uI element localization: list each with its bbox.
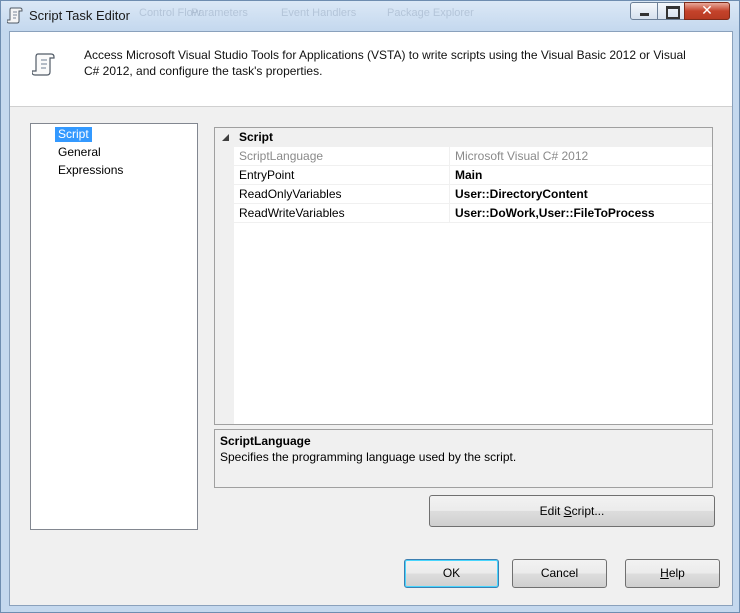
property-name: ReadOnlyVariables bbox=[239, 187, 342, 201]
background-tab-event-handlers: Event Handlers bbox=[281, 7, 357, 19]
property-name: ReadWriteVariables bbox=[239, 206, 345, 220]
property-row-readwritevariables[interactable]: ReadWriteVariables User::DoWork,User::Fi… bbox=[234, 204, 712, 223]
edit-script-label-pre: Edit bbox=[539, 504, 564, 518]
close-button[interactable]: ✕ bbox=[684, 2, 730, 20]
dialog-window: Script Task Editor Control Flow Paramete… bbox=[0, 0, 740, 613]
script-scroll-icon bbox=[7, 7, 23, 24]
property-row-scriptlanguage[interactable]: ScriptLanguage Microsoft Visual C# 2012 bbox=[234, 147, 712, 166]
edit-script-button[interactable]: Edit Script... bbox=[429, 495, 715, 527]
property-value: Microsoft Visual C# 2012 bbox=[455, 149, 589, 163]
help-button[interactable]: Help bbox=[625, 559, 720, 588]
collapse-triangle-icon[interactable] bbox=[221, 133, 230, 142]
ok-button[interactable]: OK bbox=[404, 559, 499, 588]
dialog-client-area: Access Microsoft Visual Studio Tools for… bbox=[9, 31, 733, 606]
property-row-readonlyvariables[interactable]: ReadOnlyVariables User::DirectoryContent bbox=[234, 185, 712, 204]
edit-script-label-post: cript... bbox=[571, 504, 605, 518]
category-label: Script bbox=[239, 130, 274, 144]
property-value[interactable]: User::DoWork,User::FileToProcess bbox=[455, 206, 655, 220]
column-divider bbox=[449, 204, 450, 223]
help-mnemonic: H bbox=[660, 566, 669, 580]
property-grid-margin bbox=[215, 128, 234, 424]
property-name: EntryPoint bbox=[239, 168, 295, 182]
column-divider bbox=[449, 185, 450, 204]
maximize-button[interactable] bbox=[657, 2, 685, 20]
nav-item-expressions[interactable]: Expressions bbox=[55, 163, 126, 178]
property-grid[interactable]: Script ScriptLanguage Microsoft Visual C… bbox=[214, 127, 713, 425]
property-value[interactable]: Main bbox=[455, 168, 482, 182]
window-title: Script Task Editor bbox=[29, 8, 130, 23]
help-label-post: elp bbox=[668, 566, 685, 580]
edit-script-mnemonic: S bbox=[563, 504, 572, 518]
property-row-entrypoint[interactable]: EntryPoint Main bbox=[234, 166, 712, 185]
property-description-pane: ScriptLanguage Specifies the programming… bbox=[214, 429, 713, 488]
dialog-description: Access Microsoft Visual Studio Tools for… bbox=[84, 48, 686, 78]
column-divider bbox=[449, 147, 450, 166]
property-name: ScriptLanguage bbox=[239, 149, 324, 163]
category-row-script[interactable]: Script bbox=[215, 128, 712, 147]
description-title: ScriptLanguage bbox=[220, 434, 311, 448]
description-text: Specifies the programming language used … bbox=[220, 450, 517, 464]
background-tab-package-explorer: Package Explorer bbox=[387, 7, 474, 19]
property-value[interactable]: User::DirectoryContent bbox=[455, 187, 588, 201]
maximize-icon bbox=[666, 6, 680, 19]
nav-item-script[interactable]: Script bbox=[55, 127, 92, 142]
background-tab-parameters: Parameters bbox=[191, 7, 248, 19]
minimize-button[interactable] bbox=[630, 2, 658, 20]
cancel-button[interactable]: Cancel bbox=[512, 559, 607, 588]
script-task-icon bbox=[32, 53, 55, 76]
close-icon: ✕ bbox=[701, 2, 713, 18]
page-navigation-list[interactable]: Script General Expressions bbox=[30, 123, 198, 530]
column-divider bbox=[449, 166, 450, 185]
nav-item-general[interactable]: General bbox=[55, 145, 104, 160]
title-bar[interactable]: Script Task Editor Control Flow Paramete… bbox=[1, 1, 740, 31]
minimize-icon bbox=[640, 13, 649, 16]
dialog-header: Access Microsoft Visual Studio Tools for… bbox=[10, 32, 732, 107]
